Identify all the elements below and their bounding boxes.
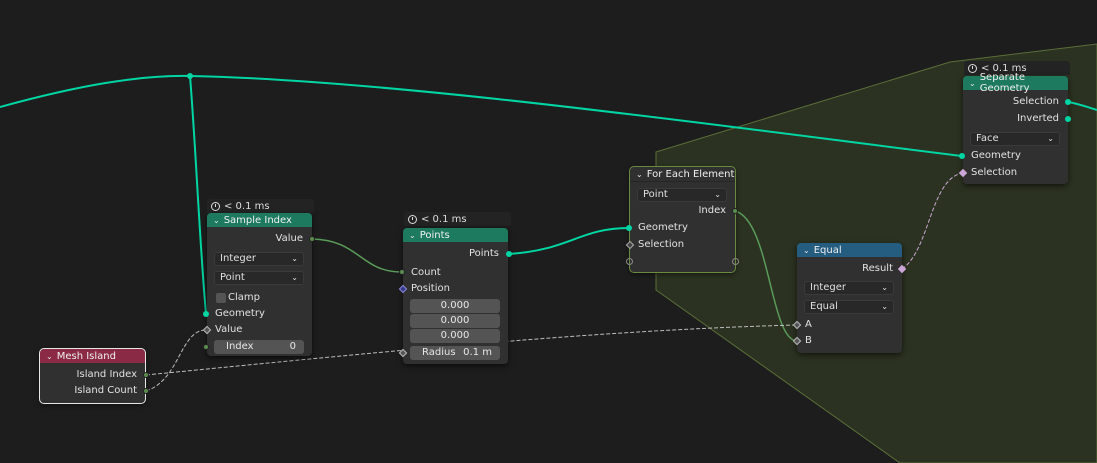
equal-header[interactable]: ⌄ Equal — [797, 243, 902, 257]
clamp-label: Clamp — [228, 292, 260, 303]
node-editor-canvas[interactable]: ⌄ Mesh Island Island Index Island Count … — [0, 0, 1097, 463]
position-z-field[interactable]: 0.000 — [410, 329, 500, 343]
stopwatch-icon — [968, 63, 977, 73]
selection-input-label: Selection — [971, 167, 1018, 178]
link-geometry-to-sample — [189, 75, 207, 314]
geometry-input-socket[interactable] — [626, 225, 632, 231]
index-input-socket[interactable] — [203, 344, 209, 350]
mesh-island-node[interactable]: ⌄ Mesh Island Island Index Island Count — [39, 348, 146, 404]
collapse-icon[interactable]: ⌄ — [969, 79, 976, 88]
a-input-label: A — [805, 319, 812, 330]
value-output-socket[interactable] — [309, 236, 315, 242]
separate-geometry-node[interactable]: ⌄ Separate Geometry Selection Inverted F… — [963, 72, 1068, 184]
geometry-input-label: Geometry — [638, 222, 688, 233]
index-field[interactable]: Index 0 — [214, 340, 304, 354]
position-input-label: Position — [411, 283, 450, 294]
data-type-dropdown[interactable]: Integer ⌄ — [804, 281, 894, 295]
mode-dropdown[interactable]: Equal ⌄ — [804, 300, 894, 314]
reroute-dot[interactable] — [187, 73, 193, 79]
chevron-down-icon: ⌄ — [291, 254, 298, 263]
link-island-count-to-value — [145, 329, 207, 392]
selection-input-label: Selection — [638, 239, 685, 250]
empty-input-socket[interactable] — [626, 258, 633, 265]
result-output-label: Result — [862, 263, 893, 274]
equal-node[interactable]: ⌄ Equal Result Integer ⌄ Equal ⌄ A B — [797, 243, 902, 353]
link-value-to-count — [311, 238, 403, 273]
collapse-icon[interactable]: ⌄ — [409, 231, 416, 240]
stopwatch-icon — [211, 201, 220, 211]
index-output-label: Index — [698, 205, 726, 216]
empty-output-socket[interactable] — [732, 258, 739, 265]
index-output-socket[interactable] — [732, 208, 738, 214]
points-output-label: Points — [468, 248, 499, 259]
collapse-icon[interactable]: ⌄ — [803, 246, 810, 255]
sample-index-node[interactable]: ⌄ Sample Index Value Integer ⌄ Point ⌄ Cla… — [207, 213, 312, 356]
geometry-input-socket[interactable] — [203, 311, 209, 317]
island-index-socket[interactable] — [143, 372, 149, 378]
position-x-field[interactable]: 0.000 — [410, 299, 500, 313]
points-output-socket[interactable] — [506, 251, 512, 257]
collapse-icon[interactable]: ⌄ — [636, 170, 643, 179]
links-layer — [0, 43, 1097, 463]
inverted-output-label: Inverted — [1017, 113, 1059, 124]
domain-dropdown[interactable]: Point ⌄ — [637, 188, 727, 202]
chevron-down-icon: ⌄ — [714, 190, 721, 199]
mesh-island-header[interactable]: ⌄ Mesh Island — [40, 349, 145, 363]
collapse-icon[interactable]: ⌄ — [46, 352, 53, 361]
node-title: For Each Element — [646, 168, 735, 180]
collapse-icon[interactable]: ⌄ — [213, 216, 220, 225]
radius-field[interactable]: Radius 0.1 m — [410, 346, 500, 360]
data-type-dropdown[interactable]: Integer ⌄ — [214, 252, 304, 266]
node-title: Points — [419, 229, 450, 241]
position-y-field[interactable]: 0.000 — [410, 314, 500, 328]
stopwatch-icon — [408, 214, 417, 224]
island-count-socket[interactable] — [143, 388, 149, 394]
count-input-label: Count — [411, 267, 441, 278]
points-header[interactable]: ⌄ Points — [403, 228, 508, 242]
separate-geometry-header[interactable]: ⌄ Separate Geometry — [963, 72, 1068, 94]
selection-output-label: Selection — [1012, 96, 1059, 107]
node-title: Sample Index — [223, 214, 292, 226]
points-timing: < 0.1 ms — [404, 212, 511, 226]
sample-index-timing: < 0.1 ms — [207, 199, 314, 213]
link-points-to-foreach — [508, 227, 630, 255]
geometry-input-label: Geometry — [215, 308, 265, 319]
node-title: Equal — [813, 244, 842, 256]
island-index-label: Island Index — [76, 369, 137, 380]
points-node[interactable]: ⌄ Points Points Count Position 0.000 0.0… — [403, 228, 508, 364]
selection-output-socket[interactable] — [1065, 99, 1071, 105]
value-output-label: Value — [275, 233, 303, 244]
domain-dropdown[interactable]: Face ⌄ — [970, 132, 1060, 146]
clamp-checkbox[interactable] — [216, 293, 226, 303]
geometry-input-label: Geometry — [971, 150, 1021, 161]
for-each-header[interactable]: ⌄ For Each Element — [630, 167, 735, 182]
domain-dropdown[interactable]: Point ⌄ — [214, 271, 304, 285]
geometry-input-socket[interactable] — [959, 153, 965, 159]
value-input-label: Value — [215, 324, 243, 335]
node-title: Separate Geometry — [979, 72, 1030, 94]
inverted-output-socket[interactable] — [1065, 116, 1071, 122]
chevron-down-icon: ⌄ — [291, 273, 298, 282]
chevron-down-icon: ⌄ — [881, 283, 888, 292]
sample-index-header[interactable]: ⌄ Sample Index — [207, 213, 312, 227]
chevron-down-icon: ⌄ — [881, 302, 888, 311]
node-title: Mesh Island — [56, 350, 116, 362]
for-each-element-node[interactable]: ⌄ For Each Element Point ⌄ Index Geometry… — [629, 166, 736, 273]
island-count-label: Island Count — [74, 385, 137, 396]
b-input-label: B — [805, 335, 812, 346]
count-input-socket[interactable] — [399, 269, 405, 275]
chevron-down-icon: ⌄ — [1047, 134, 1054, 143]
